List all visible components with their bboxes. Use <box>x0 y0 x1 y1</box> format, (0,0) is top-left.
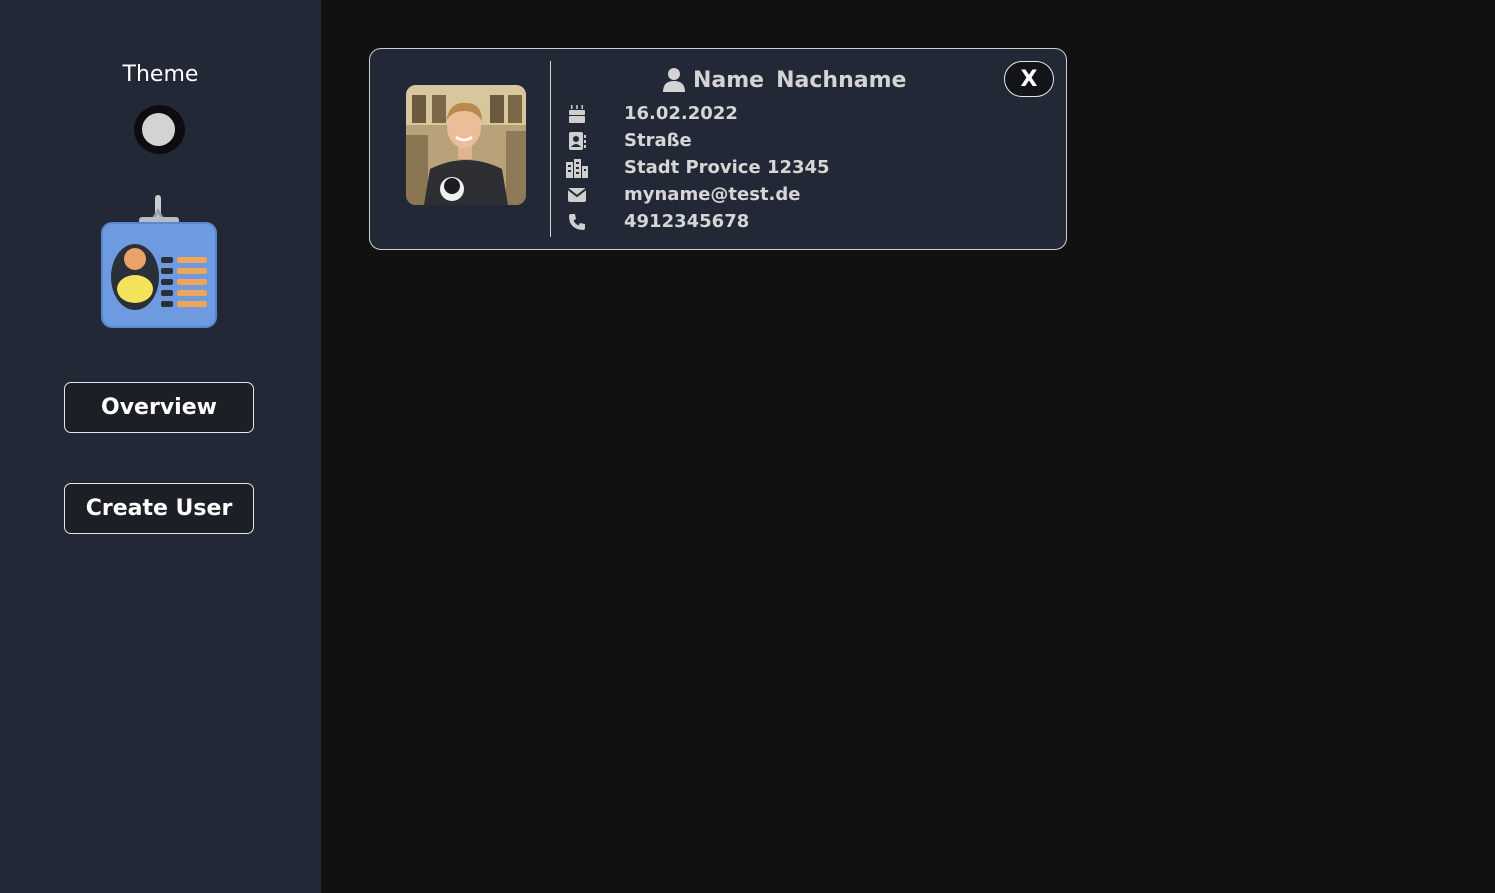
phone-icon <box>562 211 592 233</box>
close-button[interactable]: X <box>1004 61 1054 97</box>
city-icon <box>562 157 592 179</box>
user-icon <box>663 68 685 92</box>
sidebar: Theme Overview Create User <box>0 0 321 893</box>
info-row-phone: 4912345678 <box>562 208 749 235</box>
phone-value: 4912345678 <box>624 211 750 232</box>
city-value: Stadt Provice 12345 <box>624 157 830 178</box>
info-row-street: Straße <box>562 127 692 154</box>
address-book-icon <box>562 130 592 152</box>
info-row-email: myname@test.de <box>562 181 800 208</box>
info-row-city: Stadt Provice 12345 <box>562 154 830 181</box>
theme-toggle-knob <box>142 113 175 146</box>
card-divider <box>550 61 551 237</box>
info-row-birthday: 16.02.2022 <box>562 100 738 127</box>
birthday-value: 16.02.2022 <box>624 103 738 124</box>
first-name: Name <box>693 67 765 93</box>
birthday-cake-icon <box>562 103 592 125</box>
create-user-button[interactable]: Create User <box>64 483 254 534</box>
overview-button[interactable]: Overview <box>64 382 254 433</box>
id-badge-icon <box>99 193 219 333</box>
street-value: Straße <box>624 130 692 151</box>
profile-photo <box>406 85 526 205</box>
user-card: Name Nachname X 16.02.2022 Straße Stadt … <box>369 48 1067 250</box>
envelope-icon <box>562 184 592 206</box>
theme-label: Theme <box>122 62 199 87</box>
user-name-heading: Name Nachname <box>663 63 906 97</box>
last-name: Nachname <box>776 67 907 93</box>
theme-toggle[interactable] <box>134 105 185 154</box>
email-value: myname@test.de <box>624 184 801 205</box>
